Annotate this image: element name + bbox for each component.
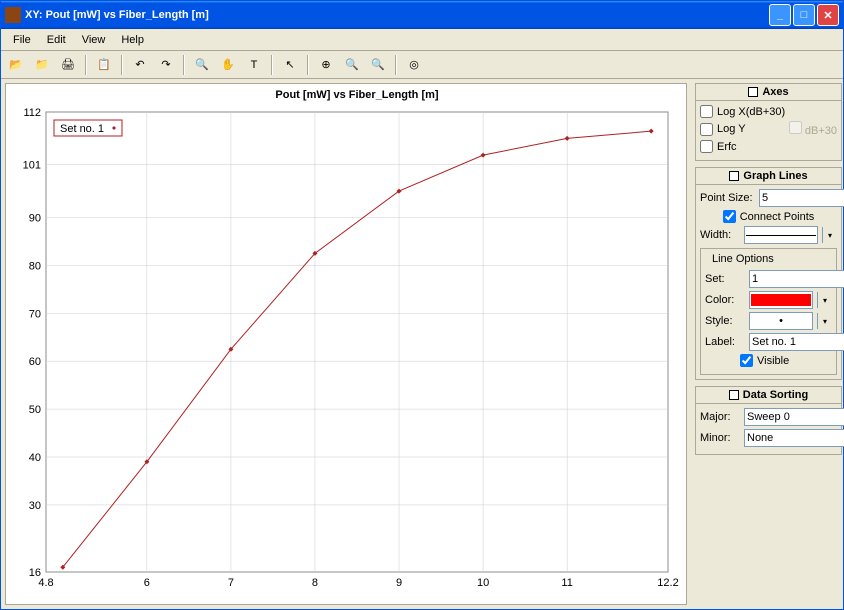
zoomout-icon[interactable]: 🔍 — [367, 54, 389, 76]
window-title: XY: Pout [mW] vs Fiber_Length [m] — [25, 9, 769, 21]
connect-label: Connect Points — [740, 211, 815, 223]
menu-file[interactable]: File — [5, 32, 39, 48]
minor-input[interactable] — [744, 429, 844, 447]
copy-icon[interactable]: 📋 — [93, 54, 115, 76]
graphlines-title: Graph Lines — [743, 170, 807, 182]
pointsize-label: Point Size: — [700, 192, 755, 204]
db30-checkbox — [789, 121, 802, 134]
visible-checkbox[interactable] — [740, 354, 753, 367]
svg-text:112: 112 — [23, 107, 41, 119]
svg-text:7: 7 — [228, 577, 234, 589]
label-label: Label: — [705, 336, 745, 348]
side-panel: Axes Log X(dB+30) Log Y dB+30 Erfc Graph… — [691, 79, 844, 609]
color-select[interactable] — [749, 291, 813, 309]
menu-help[interactable]: Help — [113, 32, 152, 48]
titlebar: XY: Pout [mW] vs Fiber_Length [m] _ □ ✕ — [1, 1, 843, 29]
chevron-down-icon[interactable]: ▾ — [822, 227, 837, 243]
toolbar: 📂 📁 🖨 📋 ↶ ↷ 🔍 ✋ T ↖ ⊕ 🔍 🔍 ◎ — [1, 51, 843, 79]
svg-text:6: 6 — [144, 577, 150, 589]
label-input[interactable] — [749, 333, 844, 351]
zoom-sel-icon[interactable]: 🔍 — [191, 54, 213, 76]
menubar: File Edit View Help — [1, 29, 843, 51]
svg-text:101: 101 — [23, 160, 41, 172]
sorting-group: Data Sorting Major:▾ Minor:▾ — [695, 386, 842, 455]
svg-text:16: 16 — [29, 567, 41, 579]
chevron-down-icon[interactable]: ▾ — [817, 292, 832, 308]
zoomin-icon[interactable]: 🔍 — [341, 54, 363, 76]
menu-edit[interactable]: Edit — [39, 32, 74, 48]
svg-text:12.2: 12.2 — [657, 577, 678, 589]
erfc-label: Erfc — [717, 141, 757, 153]
text-icon[interactable]: T — [243, 54, 265, 76]
print-icon[interactable]: 🖨 — [57, 54, 79, 76]
minimize-button[interactable]: _ — [769, 4, 791, 26]
svg-text:70: 70 — [29, 308, 41, 320]
style-label: Style: — [705, 315, 745, 327]
axes-group: Axes Log X(dB+30) Log Y dB+30 Erfc — [695, 83, 842, 161]
color-label: Color: — [705, 294, 745, 306]
square-icon — [729, 390, 739, 400]
fit-icon[interactable]: ⊕ — [315, 54, 337, 76]
app-icon — [5, 7, 21, 23]
width-label: Width: — [700, 229, 740, 241]
style-select[interactable]: • — [749, 312, 813, 330]
chevron-down-icon[interactable]: ▾ — [817, 313, 832, 329]
logy-checkbox[interactable] — [700, 123, 713, 136]
db30-label: dB+30 — [805, 125, 837, 137]
menu-view[interactable]: View — [74, 32, 114, 48]
pan-icon[interactable]: ✋ — [217, 54, 239, 76]
logx-checkbox[interactable] — [700, 105, 713, 118]
svg-text:9: 9 — [396, 577, 402, 589]
svg-text:40: 40 — [29, 452, 41, 464]
svg-text:Set no. 1: Set no. 1 — [60, 123, 104, 135]
svg-text:50: 50 — [29, 404, 41, 416]
erfc-checkbox[interactable] — [700, 140, 713, 153]
svg-text:60: 60 — [29, 356, 41, 368]
arrow-icon[interactable]: ↖ — [279, 54, 301, 76]
maximize-button[interactable]: □ — [793, 4, 815, 26]
pointsize-input[interactable] — [759, 189, 844, 207]
svg-text:8: 8 — [312, 577, 318, 589]
undo-icon[interactable]: ↶ — [129, 54, 151, 76]
set-label: Set: — [705, 273, 745, 285]
visible-label: Visible — [757, 355, 797, 367]
open-icon[interactable]: 📂 — [5, 54, 27, 76]
target-icon[interactable]: ◎ — [403, 54, 425, 76]
axes-title: Axes — [762, 86, 788, 98]
chart-area[interactable]: 4.86789101112.21630405060708090101112Pou… — [5, 83, 687, 605]
square-icon — [748, 87, 758, 97]
sorting-title: Data Sorting — [743, 389, 808, 401]
minor-label: Minor: — [700, 432, 740, 444]
svg-text:30: 30 — [29, 500, 41, 512]
redo-icon[interactable]: ↷ — [155, 54, 177, 76]
width-select[interactable] — [744, 226, 818, 244]
close-button[interactable]: ✕ — [817, 4, 839, 26]
svg-text:Pout [mW] vs Fiber_Length [m]: Pout [mW] vs Fiber_Length [m] — [275, 89, 439, 101]
major-input[interactable] — [744, 408, 844, 426]
connect-checkbox[interactable] — [723, 210, 736, 223]
set-input[interactable] — [749, 270, 844, 288]
graphlines-group: Graph Lines Point Size:▾ Connect Points … — [695, 167, 842, 380]
svg-text:10: 10 — [477, 577, 489, 589]
logx-label: Log X(dB+30) — [717, 106, 785, 118]
major-label: Major: — [700, 411, 740, 423]
logy-label: Log Y — [717, 123, 757, 135]
svg-text:90: 90 — [29, 212, 41, 224]
svg-text:80: 80 — [29, 260, 41, 272]
lineopts-title: Line Options — [709, 253, 777, 265]
square-icon — [729, 171, 739, 181]
open2-icon[interactable]: 📁 — [31, 54, 53, 76]
svg-text:11: 11 — [561, 577, 572, 589]
